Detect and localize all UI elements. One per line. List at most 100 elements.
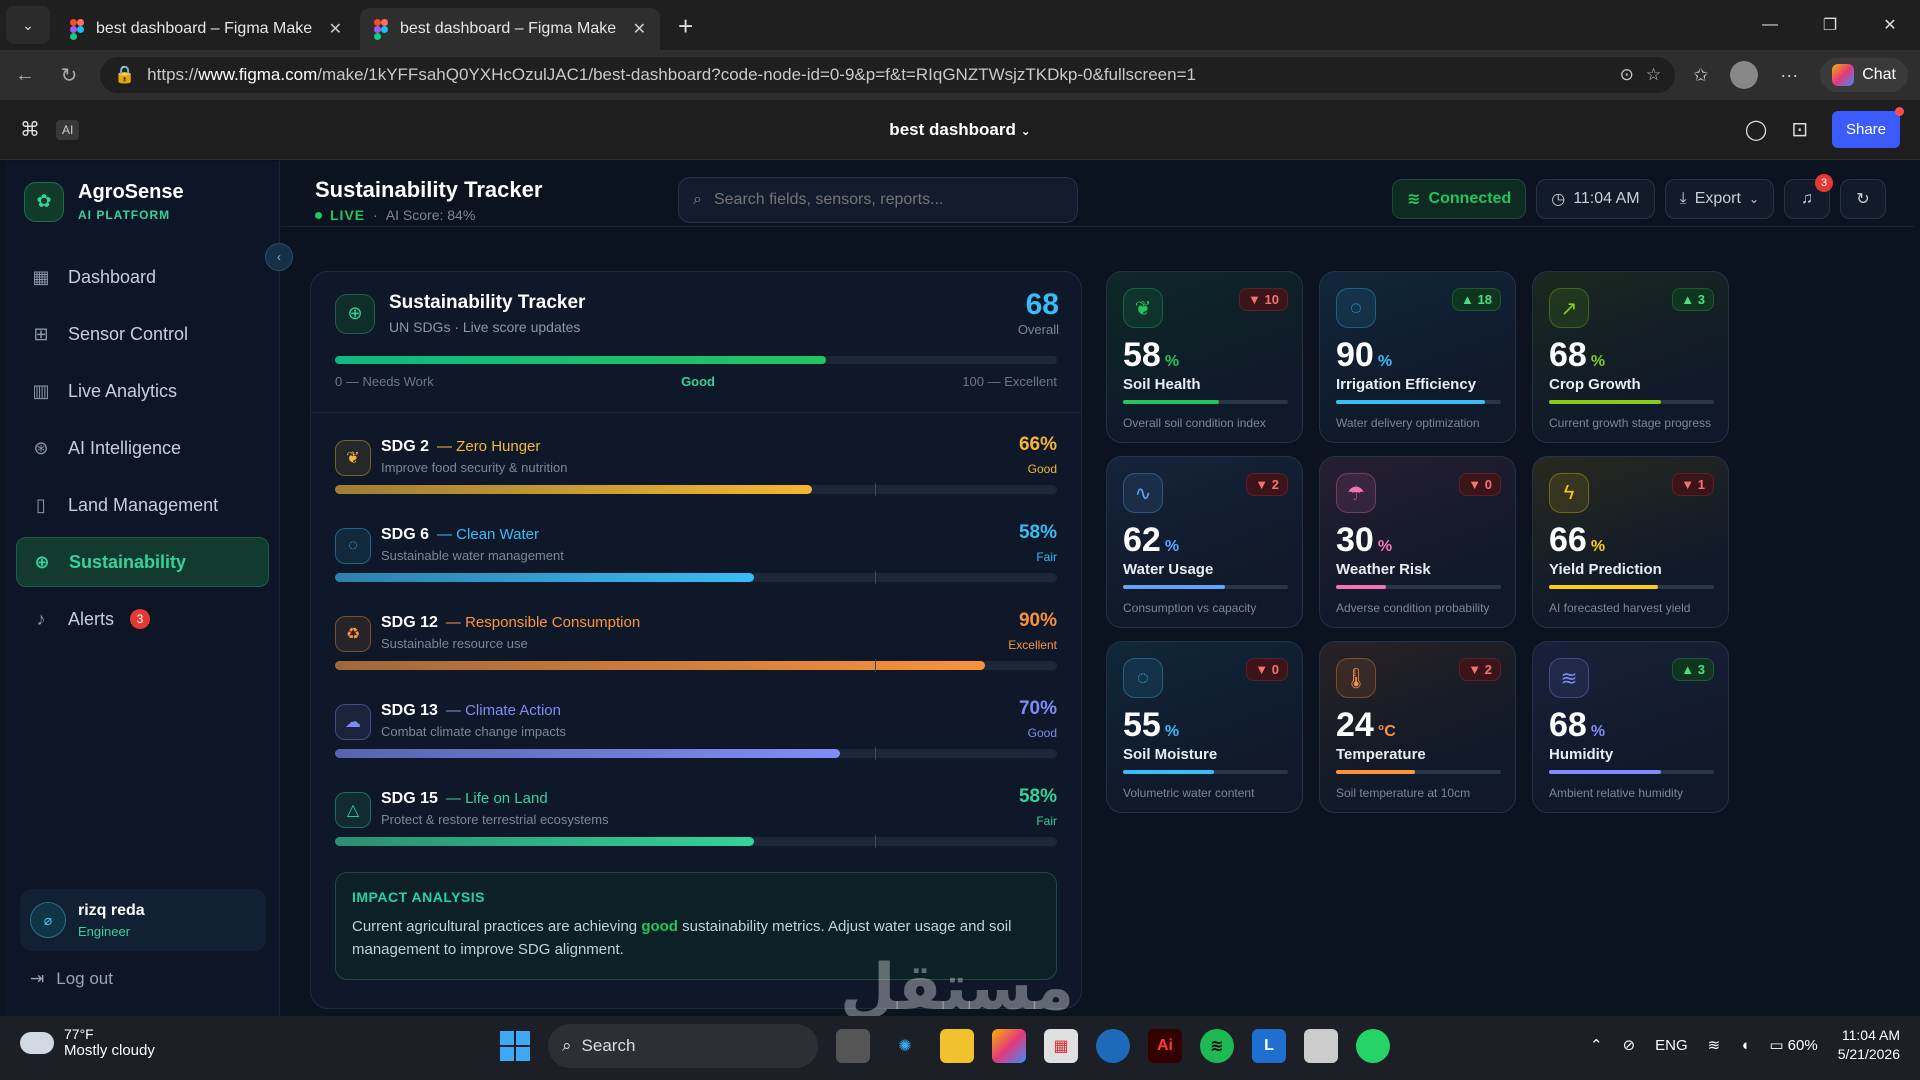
sdg-code: SDG 6— Clean Water <box>381 526 539 543</box>
battery-indicator[interactable]: ▭ 60% <box>1769 1036 1817 1054</box>
comment-icon[interactable]: ◯ <box>1745 117 1767 142</box>
metric-progress-fill <box>1123 400 1219 404</box>
minimize-icon[interactable]: — <box>1740 0 1800 50</box>
task-view-icon[interactable] <box>836 1029 870 1063</box>
export-button[interactable]: ⤓ Export ⌄ <box>1664 179 1774 219</box>
menu-dots-icon[interactable]: ··· <box>1780 65 1798 86</box>
spotify-icon[interactable]: ≋ <box>1200 1029 1234 1063</box>
collapse-sidebar-chevron-icon[interactable]: ‹ <box>265 243 293 271</box>
search-input[interactable] <box>713 191 1063 209</box>
metric-card[interactable]: ◌ ▼ 0 55% Soil Moisture Volumetric water con… <box>1106 641 1303 813</box>
sdg-name: — Climate Action <box>445 702 561 719</box>
close-window-icon[interactable]: ✕ <box>1860 0 1920 50</box>
metric-card[interactable]: ☂ ▼ 0 30% Weather Risk Adverse condition pro… <box>1319 456 1516 628</box>
weather-widget[interactable]: 77°F Mostly cloudy <box>16 1023 155 1059</box>
chevron-up-icon[interactable]: ⌃ <box>1590 1036 1603 1054</box>
metric-card[interactable]: ◌ ▲ 18 90% Irrigation Efficiency Water deliv… <box>1319 271 1516 443</box>
metric-name: Humidity <box>1549 746 1614 763</box>
store-icon[interactable]: ▦ <box>1044 1029 1078 1063</box>
maximize-icon[interactable]: ❐ <box>1800 0 1860 50</box>
sidebar-item-ai-intelligence[interactable]: ⊛ AI Intelligence <box>16 423 269 473</box>
edge-icon[interactable] <box>1096 1029 1130 1063</box>
metric-name: Weather Risk <box>1336 561 1431 578</box>
metric-progress-bar <box>1549 585 1714 589</box>
snipping-tool-icon[interactable] <box>1304 1029 1338 1063</box>
back-icon[interactable]: ← <box>12 64 38 87</box>
live-label: LIVE <box>330 207 366 223</box>
sidebar-item-dashboard[interactable]: ▦ Dashboard <box>16 252 269 302</box>
brand: ✿ AgroSense AI PLATFORM <box>6 161 279 242</box>
tab-actions-chevron-icon[interactable]: ⌄ <box>6 6 50 44</box>
whatsapp-icon[interactable] <box>1356 1029 1390 1063</box>
sidebar-item-live-analytics[interactable]: ▥ Live Analytics <box>16 366 269 416</box>
figma-icon <box>374 19 388 40</box>
metric-value: 90% <box>1336 336 1393 374</box>
close-tab-icon[interactable]: ✕ <box>633 19 646 39</box>
sdg-row: △ SDG 15— Life on Land Protect & restore t… <box>335 784 1057 854</box>
profile-avatar[interactable] <box>1730 61 1759 89</box>
notifications-button[interactable]: ♫ 3 <box>1784 174 1833 219</box>
metric-description: Volumetric water content <box>1123 786 1255 800</box>
file-title[interactable]: best dashboard ⌄ <box>889 120 1030 140</box>
browser-tab-1[interactable]: best dashboard – Figma Make ✕ <box>56 8 356 50</box>
export-label: Export <box>1694 190 1741 207</box>
user-card[interactable]: ⌀ rizq reda Engineer <box>20 889 266 951</box>
browser-tab-2[interactable]: best dashboard – Figma Make ✕ <box>360 8 660 50</box>
sdg-target-tick <box>875 571 876 584</box>
alerts-count-badge: 3 <box>130 609 151 629</box>
page-title: Sustainability Tracker <box>315 177 543 202</box>
file-explorer-icon[interactable] <box>940 1029 974 1063</box>
sidebar-item-sensor-control[interactable]: ⊞ Sensor Control <box>16 309 269 359</box>
figma-logo-icon[interactable]: ⌘ <box>20 117 40 142</box>
metric-description: Soil temperature at 10cm <box>1336 786 1471 800</box>
refresh-icon[interactable]: ↻ <box>56 63 82 88</box>
copilot-app-icon[interactable]: ✺ <box>888 1029 922 1063</box>
search-box[interactable]: ⌕ <box>678 177 1078 223</box>
cloud-rain-icon: ☂ <box>1336 473 1376 513</box>
metric-progress-fill <box>1549 400 1662 404</box>
ai-chip[interactable]: AI <box>56 119 80 140</box>
metric-card[interactable]: ≋ ▲ 3 68% Humidity Ambient relative humidity <box>1532 641 1729 813</box>
language-indicator[interactable]: ENG <box>1655 1037 1688 1054</box>
illustrator-icon[interactable]: Ai <box>1148 1029 1182 1063</box>
copilot-chat-button[interactable]: Chat <box>1820 58 1908 92</box>
ai-score: AI Score: 84% <box>385 207 476 223</box>
metric-card[interactable]: ϟ ▼ 1 66% Yield Prediction AI forecasted har… <box>1532 456 1729 628</box>
metric-card[interactable]: ❦ ▼ 10 58% Soil Health Overall soil conditio… <box>1106 271 1303 443</box>
taskbar-clock[interactable]: 11:04 AM 5/21/2026 <box>1838 1026 1900 1064</box>
favorites-icon[interactable]: ✩ <box>1693 65 1708 86</box>
logout-button[interactable]: ⇥ Log out <box>30 969 113 989</box>
app-l-icon[interactable]: L <box>1252 1029 1286 1063</box>
metric-value: 66% <box>1549 521 1606 559</box>
sidebar-item-sustainability[interactable]: ⊕ Sustainability <box>16 537 269 587</box>
connection-label: Connected <box>1428 190 1512 207</box>
url-field[interactable]: 🔒 https://www.figma.com/make/1kYFFsahQ0Y… <box>100 57 1676 93</box>
sidebar-item-land-management[interactable]: ▯ Land Management <box>16 480 269 530</box>
share-button[interactable]: Share <box>1831 107 1905 148</box>
volume-icon[interactable]: ◖ <box>1740 1037 1749 1054</box>
taskbar-search[interactable]: ⌕ Search <box>548 1024 818 1068</box>
present-icon[interactable]: ⊡ <box>1791 117 1808 142</box>
metric-value: 24 °C <box>1336 706 1396 744</box>
new-tab-icon[interactable]: + <box>678 11 693 42</box>
metric-description: AI forecasted harvest yield <box>1549 601 1691 615</box>
metric-description: Ambient relative humidity <box>1549 786 1684 800</box>
metric-card[interactable]: ↗ ▲ 3 68% Crop Growth Current growth stage p… <box>1532 271 1729 443</box>
sidebar-item-alerts[interactable]: ♪ Alerts 3 <box>16 594 269 644</box>
sdg-percent: 58% <box>1018 522 1057 543</box>
more-options-icon[interactable]: ⊙ <box>1620 65 1634 85</box>
overall-progress-fill <box>335 356 826 364</box>
windows-start-icon[interactable] <box>500 1031 530 1061</box>
refresh-button[interactable]: ↻ <box>1840 179 1886 219</box>
favorite-star-icon[interactable]: ☆ <box>1646 65 1661 85</box>
office-icon[interactable] <box>992 1029 1026 1063</box>
metric-card[interactable]: ∿ ▼ 2 62% Water Usage Consumption vs capacit… <box>1106 456 1303 628</box>
metric-card[interactable]: 🌡 ▼ 2 24 °C Temperature Soil temperature at 1… <box>1319 641 1516 813</box>
location-off-icon[interactable]: ⊘ <box>1623 1036 1636 1054</box>
copilot-icon <box>1832 64 1855 86</box>
close-tab-icon[interactable]: ✕ <box>329 19 342 39</box>
wifi-icon[interactable]: ≋ <box>1708 1036 1721 1054</box>
connection-status[interactable]: ≋ Connected <box>1392 179 1527 219</box>
notification-count-badge: 3 <box>1815 174 1833 192</box>
map-icon: ▯ <box>36 494 46 515</box>
